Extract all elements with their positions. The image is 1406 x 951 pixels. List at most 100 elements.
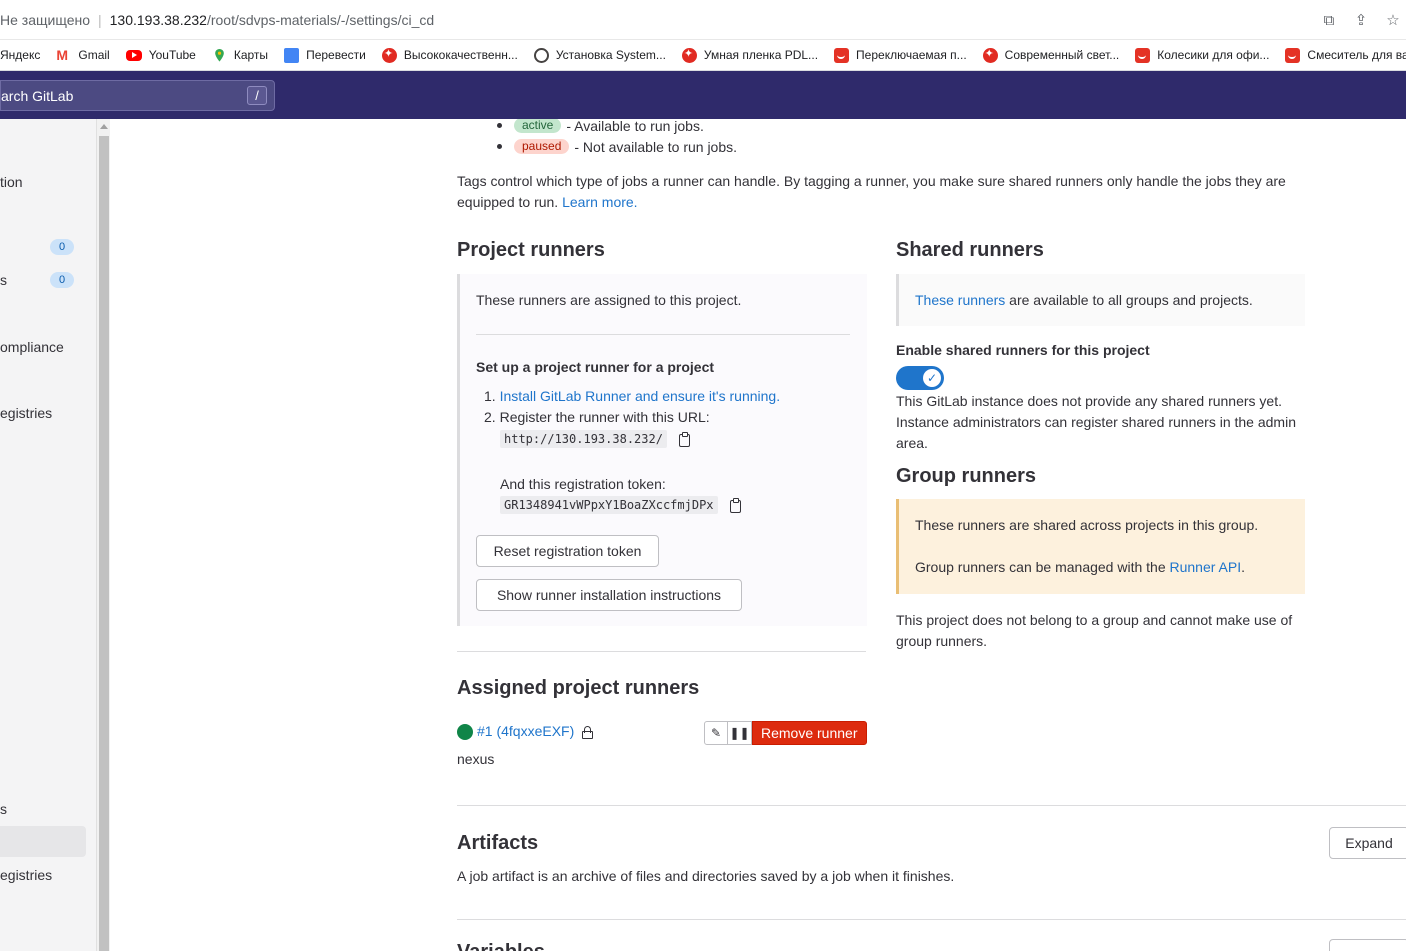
artifacts-description: A job artifact is an archive of files an…: [457, 868, 955, 884]
setup-step-2: 2. Register the runner with this URL:: [484, 407, 710, 428]
bookmark-label: Gmail: [78, 48, 110, 62]
bookmark-label: Яндекс: [0, 48, 41, 62]
bookmark-item[interactable]: Современный свет...: [982, 47, 1120, 63]
sidebar-item-registries[interactable]: egistries: [0, 405, 52, 421]
bookmark-item[interactable]: Колесики для офи...: [1135, 47, 1270, 63]
learn-more-link[interactable]: Learn more.: [562, 194, 637, 210]
security-label[interactable]: Не защищено: [0, 12, 90, 28]
tags-description: Tags control which type of jobs a runner…: [457, 171, 1307, 213]
bookmark-label: Высококачественн...: [403, 48, 518, 62]
bookmark-label: Современный свет...: [1004, 48, 1120, 62]
install-runner-link[interactable]: Install GitLab Runner and ensure it's ru…: [500, 388, 781, 404]
translate-page-icon[interactable]: ⧉: [1320, 11, 1338, 29]
bookmark-item[interactable]: Умная пленка PDL...: [681, 47, 819, 63]
bookmark-item[interactable]: Высококачественн...: [381, 47, 518, 63]
sidebar-item[interactable]: tion: [0, 174, 23, 190]
scrollbar-thumb[interactable]: [99, 136, 109, 951]
translate-icon: [284, 47, 300, 63]
divider: [457, 651, 866, 652]
sidebar-item[interactable]: s: [0, 801, 7, 817]
bookmark-label: Переключаемая п...: [856, 48, 967, 62]
bullet: [497, 144, 502, 149]
runner-description: nexus: [457, 751, 495, 767]
shared-runners-toggle[interactable]: ✓: [896, 366, 944, 390]
divider: [476, 334, 850, 335]
pause-runner-icon[interactable]: ❚❚: [728, 721, 752, 745]
show-runner-instructions-button[interactable]: Show runner installation instructions: [476, 579, 742, 611]
aliexpress-star-icon: [681, 47, 697, 63]
setup-step-1: 1. Install GitLab Runner and ensure it's…: [484, 386, 780, 407]
browser-actions: ⧉ ⇪ ☆: [1320, 0, 1406, 40]
bookmark-label: YouTube: [148, 48, 196, 62]
group-runners-shared-text: These runners are shared across projects…: [915, 517, 1259, 533]
copy-url-icon[interactable]: [678, 431, 691, 447]
bookmark-gmail[interactable]: M Gmail: [56, 47, 110, 63]
bookmark-star-icon[interactable]: ☆: [1384, 11, 1402, 29]
registration-token: GR1348941vWPpxY1BoaZXccfmjDPx: [500, 496, 718, 514]
register-text: Register the runner with this URL:: [499, 409, 710, 425]
bookmark-label: Колесики для офи...: [1157, 48, 1270, 62]
runner-actions: ✎ ❚❚ Remove runner: [704, 721, 867, 745]
runner-link[interactable]: #1 (4fqxxeEXF): [477, 723, 574, 739]
setup-title: Set up a project runner for a project: [476, 359, 715, 375]
bookmark-item[interactable]: Установка System...: [533, 47, 666, 63]
token-label: And this registration token:: [500, 476, 666, 492]
sidebar-count-badge: 0: [50, 272, 74, 288]
remove-runner-button[interactable]: Remove runner: [752, 721, 867, 745]
bookmark-item[interactable]: Смеситель для ва: [1285, 47, 1406, 63]
these-runners-link[interactable]: These runners: [915, 292, 1005, 308]
wordpress-icon: [533, 47, 549, 63]
bookmark-yandex[interactable]: Яндекс: [0, 48, 40, 62]
edit-runner-pencil-icon[interactable]: ✎: [704, 721, 728, 745]
shared-runners-note: This GitLab instance does not provide an…: [896, 393, 1296, 451]
aliexpress-bag-icon: [834, 47, 850, 63]
registration-url: http://130.193.38.232/: [500, 430, 667, 448]
sidebar-item[interactable]: s: [0, 272, 7, 288]
copy-token-icon[interactable]: [729, 497, 742, 513]
bookmark-label: Перевести: [306, 48, 366, 62]
check-icon: ✓: [923, 369, 941, 387]
sidebar-active-item[interactable]: [0, 826, 86, 857]
group-runners-panel: These runners are shared across projects…: [896, 499, 1305, 594]
url-host[interactable]: 130.193.38.232: [110, 12, 207, 28]
shared-runners-info: These runners are available to all group…: [915, 290, 1253, 311]
shared-runners-panel: These runners are available to all group…: [896, 274, 1305, 326]
section-divider: [457, 805, 1406, 806]
bookmark-maps[interactable]: Карты: [212, 48, 268, 63]
bookmark-translate[interactable]: Перевести: [284, 47, 366, 63]
sidebar-count-badge: 0: [50, 239, 74, 255]
address-bar[interactable]: Не защищено | 130.193.38.232/root/sdvps-…: [0, 0, 1406, 40]
status-badge-active: active: [514, 119, 562, 133]
enable-shared-runners-label: Enable shared runners for this project: [896, 342, 1150, 358]
sidebar-scrollbar[interactable]: [96, 119, 110, 951]
bookmark-youtube[interactable]: YouTube: [125, 48, 196, 62]
status-description: - Available to run jobs.: [566, 119, 704, 134]
aliexpress-star-icon: [982, 47, 998, 63]
sidebar-item-compliance[interactable]: ompliance: [0, 339, 64, 355]
lock-icon: [582, 725, 594, 739]
runner-api-link[interactable]: Runner API: [1170, 559, 1242, 575]
scroll-up-arrow-icon[interactable]: [100, 124, 108, 129]
search-input[interactable]: arch GitLab /: [0, 80, 275, 111]
url-path[interactable]: /root/sdvps-materials/-/settings/ci_cd: [207, 12, 434, 28]
aliexpress-bag-icon: [1135, 47, 1151, 63]
next-section-title: Variables: [457, 941, 545, 951]
shared-runners-title: Shared runners: [896, 239, 1044, 261]
step-number: 2.: [484, 409, 500, 425]
artifacts-expand-button[interactable]: Expand: [1329, 827, 1406, 859]
status-badge-paused: paused: [514, 139, 570, 154]
registration-token-row: GR1348941vWPpxY1BoaZXccfmjDPx: [500, 496, 742, 514]
left-sidebar: tion 0 s 0 ompliance egistries s egistri…: [0, 119, 96, 951]
bookmark-label: Умная пленка PDL...: [703, 48, 819, 62]
status-description: - Not available to run jobs.: [574, 138, 738, 155]
bookmark-item[interactable]: Переключаемая п...: [834, 47, 967, 63]
address-separator: |: [98, 11, 102, 28]
main-content: active - Available to run jobs. paused -…: [110, 119, 1406, 951]
reset-registration-token-button[interactable]: Reset registration token: [476, 535, 659, 567]
next-section-expand-button[interactable]: [1329, 939, 1406, 951]
sidebar-item-registries[interactable]: egistries: [0, 867, 52, 883]
bookmark-label: Карты: [233, 48, 269, 62]
share-icon[interactable]: ⇪: [1352, 11, 1370, 29]
registration-url-row: http://130.193.38.232/: [500, 430, 691, 448]
group-runners-note: This project does not belong to a group …: [896, 612, 1293, 649]
